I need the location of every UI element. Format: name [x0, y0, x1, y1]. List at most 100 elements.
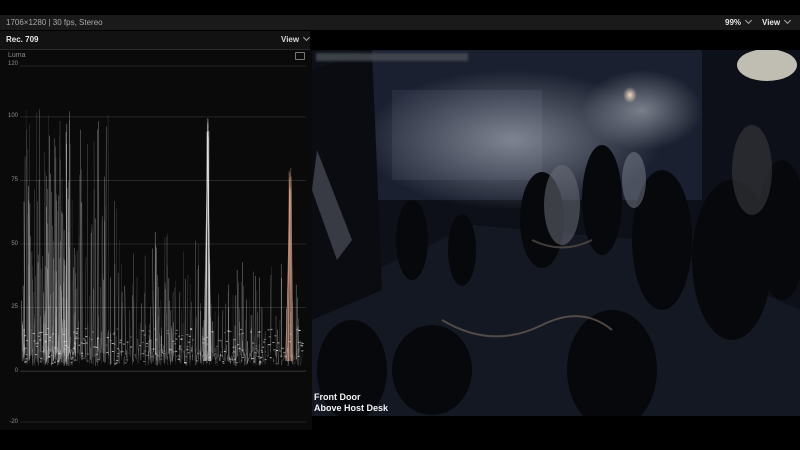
- waveform-trace: [190, 329, 192, 331]
- scope-header: Rec. 709 View: [0, 31, 311, 50]
- waveform-trace: [24, 361, 27, 363]
- waveform-trace: [165, 355, 167, 360]
- waveform-trace: [263, 341, 265, 343]
- waveform-trace: [50, 354, 53, 356]
- waveform-trace: [260, 356, 263, 358]
- waveform-trace: [196, 269, 198, 355]
- waveform-trace: [106, 337, 109, 339]
- waveform-trace: [254, 352, 257, 354]
- waveform-trace: [214, 353, 216, 360]
- waveform-trace: [95, 346, 98, 348]
- waveform-trace: [233, 338, 235, 358]
- waveform-trace: [179, 346, 181, 348]
- scope-settings-icon[interactable]: [295, 52, 305, 60]
- waveform-trace: [76, 331, 79, 333]
- waveform-trace: [125, 359, 128, 361]
- waveform-trace: [273, 349, 276, 351]
- waveform-trace: [257, 332, 260, 333]
- waveform-trace: [229, 356, 231, 364]
- waveform-trace: [292, 360, 294, 365]
- waveform-trace: [274, 350, 277, 354]
- waveform-trace: [24, 347, 27, 349]
- waveform-trace: [297, 341, 300, 343]
- waveform-trace: [276, 350, 278, 351]
- video-viewer[interactable]: Front Door Above Host Desk: [312, 50, 800, 416]
- waveform-trace: [64, 348, 67, 350]
- waveform-trace: [201, 327, 203, 365]
- waveform-trace: [261, 351, 264, 353]
- waveform-trace: [40, 357, 43, 359]
- color-standard-label: Rec. 709: [6, 35, 39, 44]
- scope-view-menu[interactable]: View: [281, 31, 311, 49]
- waveform-trace: [275, 363, 278, 365]
- waveform-trace: [25, 358, 28, 360]
- waveform-trace: [141, 353, 144, 355]
- waveform-trace: [277, 342, 280, 344]
- waveform-trace: [266, 354, 268, 358]
- waveform-trace: [74, 341, 77, 343]
- waveform-trace: [73, 343, 76, 345]
- waveform-trace: [191, 301, 193, 353]
- waveform-trace: [172, 340, 175, 342]
- waveform-trace: [113, 332, 116, 334]
- waveform-trace: [41, 351, 44, 353]
- waveform-trace: [294, 360, 296, 364]
- waveform-trace: [257, 356, 260, 358]
- waveform-trace: [296, 329, 299, 331]
- waveform-trace: [49, 336, 52, 338]
- waveform-trace: [37, 335, 40, 337]
- waveform-trace: [80, 342, 83, 344]
- waveform-trace: [300, 342, 303, 343]
- waveform-trace: [36, 345, 39, 347]
- waveform-trace: [89, 347, 91, 360]
- waveform-trace: [177, 355, 180, 357]
- camera-location: Front Door: [314, 392, 361, 402]
- zoom-menu[interactable]: 99%: [725, 15, 753, 30]
- waveform-trace: [114, 363, 117, 365]
- waveform-trace: [257, 334, 260, 336]
- waveform-trace: [48, 356, 51, 358]
- viewer-view-menu[interactable]: View: [762, 15, 792, 30]
- waveform-trace: [90, 339, 93, 341]
- waveform-trace: [268, 336, 271, 338]
- waveform-trace: [83, 338, 85, 340]
- waveform-trace: [97, 337, 99, 339]
- scope-view-label: View: [281, 35, 300, 44]
- waveform-trace: [180, 338, 183, 340]
- waveform-trace: [186, 334, 189, 336]
- waveform-trace: [184, 362, 187, 364]
- waveform-trace: [25, 354, 28, 356]
- waveform-trace: [67, 346, 70, 348]
- waveform-trace: [32, 333, 35, 335]
- tick-label: 50: [11, 241, 18, 247]
- waveform-trace: [255, 348, 257, 349]
- waveform-trace: [258, 363, 261, 365]
- waveform-trace: [259, 361, 262, 363]
- waveform-trace: [93, 140, 95, 358]
- waveform-trace: [51, 341, 54, 343]
- waveform-trace: [86, 360, 89, 362]
- waveform-trace: [255, 345, 258, 347]
- waveform-trace: [136, 277, 138, 360]
- waveform-trace: [183, 350, 185, 364]
- waveform-trace: [175, 329, 178, 331]
- waveform-trace: [84, 328, 87, 330]
- waveform-trace: [105, 344, 108, 346]
- waveform-trace: [143, 361, 146, 362]
- waveform-trace: [197, 352, 200, 354]
- zoom-level: 99%: [725, 18, 742, 27]
- waveform-trace: [187, 352, 190, 354]
- waveform-trace: [241, 332, 244, 334]
- waveform-trace: [228, 358, 231, 360]
- waveform-trace: [296, 297, 298, 360]
- waveform-trace: [159, 333, 161, 366]
- waveform-trace: [233, 351, 236, 353]
- waveform-trace: [33, 340, 36, 342]
- waveform-trace: [269, 344, 272, 346]
- waveform-trace: [96, 338, 98, 362]
- waveform-trace: [234, 358, 237, 360]
- camera-caption: Front Door Above Host Desk: [314, 392, 388, 414]
- waveform-trace: [137, 338, 139, 352]
- waveform-trace: [121, 351, 124, 353]
- waveform-trace: [150, 348, 152, 364]
